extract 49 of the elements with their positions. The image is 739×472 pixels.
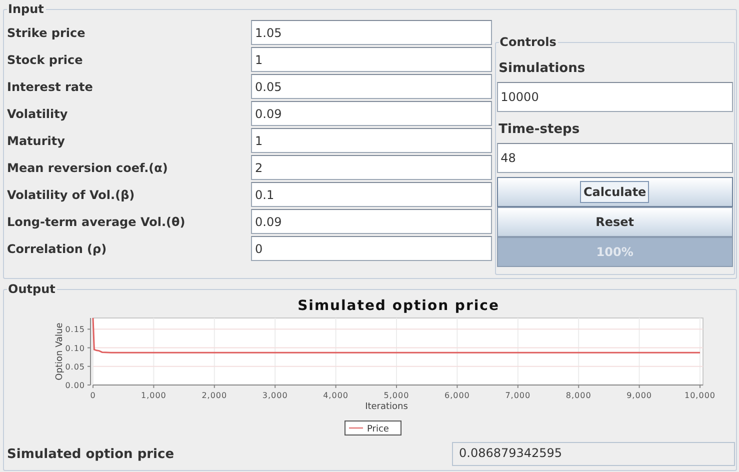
field-label: Simulations bbox=[498, 60, 586, 78]
input-field[interactable]: 1 bbox=[251, 47, 492, 72]
x-tick-label: 9,000 bbox=[626, 391, 652, 400]
x-axis-label: Iterations bbox=[365, 402, 408, 412]
input-field[interactable]: 1 bbox=[251, 128, 492, 153]
x-tick-label: 10,000 bbox=[684, 391, 716, 400]
chart-legend: Price bbox=[344, 420, 402, 436]
x-tick-label: 1,000 bbox=[141, 391, 166, 400]
x-tick-label: 6,000 bbox=[444, 391, 470, 400]
field-label: Mean reversion coef.(α) bbox=[7, 160, 169, 174]
input-field[interactable]: 0.09 bbox=[251, 101, 492, 126]
section-title: Output bbox=[7, 281, 58, 297]
input-field[interactable]: 0.1 bbox=[251, 182, 492, 207]
x-tick-label: 5,000 bbox=[384, 391, 410, 400]
x-tick-label: 0 bbox=[90, 391, 96, 400]
input-field[interactable]: 0 bbox=[251, 236, 492, 261]
x-tick-label: 8,000 bbox=[566, 391, 592, 400]
x-tick-label: 4,000 bbox=[323, 391, 348, 400]
y-tick-label: 0.05 bbox=[65, 362, 85, 372]
chart-title: Simulated option price bbox=[298, 298, 500, 314]
field-label: Strike price bbox=[7, 26, 86, 40]
field-label: Correlation (ρ) bbox=[7, 242, 108, 256]
input-field[interactable]: 0.05 bbox=[251, 74, 492, 99]
input-field[interactable]: 0.09 bbox=[251, 209, 492, 234]
x-tick-label: 3,000 bbox=[262, 391, 288, 400]
calculate-button[interactable]: Calculate bbox=[496, 177, 733, 207]
field-label: Long-term average Vol.(θ) bbox=[7, 214, 186, 228]
progress-text: 100% bbox=[595, 244, 634, 261]
y-tick-label: 0.00 bbox=[65, 381, 85, 390]
field-label: Volatility bbox=[7, 106, 69, 120]
y-axis-label: Option Value bbox=[55, 322, 65, 380]
result-label: Simulated option price bbox=[6, 446, 176, 462]
input-field[interactable]: 1.05 bbox=[251, 20, 492, 45]
result-field: 0.086879342595 bbox=[452, 442, 735, 466]
reset-button[interactable]: Reset bbox=[496, 207, 733, 237]
field-label: Maturity bbox=[7, 134, 66, 148]
legend-label: Price bbox=[367, 424, 390, 434]
x-tick-label: 2,000 bbox=[202, 391, 228, 400]
input-field[interactable]: 2 bbox=[251, 155, 492, 180]
y-tick-label: 0.15 bbox=[65, 325, 85, 334]
field-label: Time-steps bbox=[498, 121, 581, 139]
x-tick-label: 7,000 bbox=[505, 391, 531, 400]
input-field[interactable]: 10000 bbox=[496, 82, 733, 112]
section-title: Input bbox=[7, 1, 46, 17]
field-label: Interest rate bbox=[7, 80, 94, 94]
y-tick-label: 0.10 bbox=[65, 344, 85, 353]
field-label: Stock price bbox=[7, 52, 84, 66]
field-label: Volatility of Vol.(β) bbox=[7, 188, 136, 202]
input-field[interactable]: 48 bbox=[496, 143, 733, 173]
